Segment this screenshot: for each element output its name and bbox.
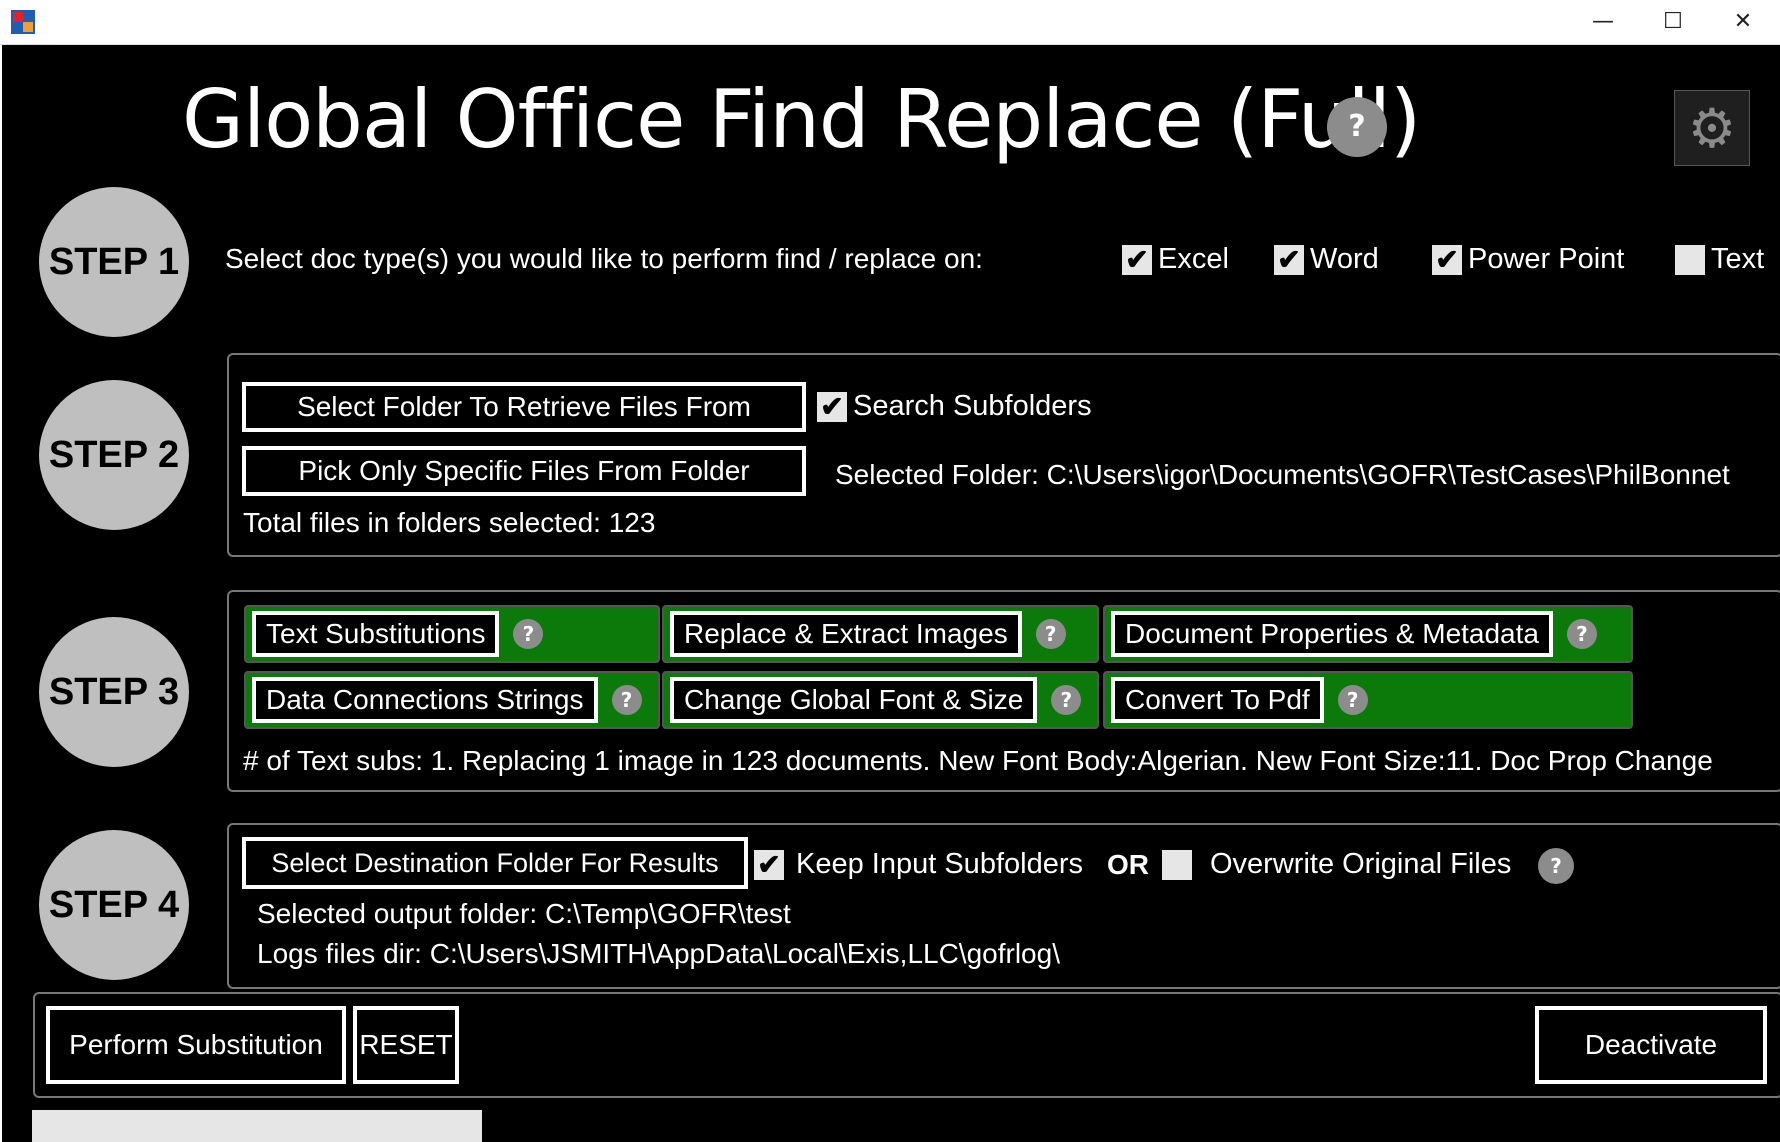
select-folder-button[interactable]: Select Folder To Retrieve Files From [242, 382, 806, 432]
powerpoint-check-box[interactable]: ✔ [1432, 244, 1462, 275]
title-help-icon[interactable]: ? [1327, 97, 1387, 157]
step1-badge: STEP 1 [39, 187, 189, 337]
output-folder-text: Selected output folder: C:\Temp\GOFR\tes… [257, 898, 791, 929]
word-check-box[interactable]: ✔ [1274, 244, 1304, 275]
window-titlebar: — ☐ ✕ [0, 0, 1780, 45]
step3-badge: STEP 3 [39, 617, 189, 767]
main-window: Global Office Find Replace (Full) ? ⚙ ST… [2, 45, 1780, 1142]
progress-bar [32, 1110, 482, 1142]
logs-dir-text: Logs files dir: C:\Users\JSMITH\AppData\… [257, 938, 1060, 969]
excel-checkbox[interactable]: ✔ Excel [1122, 243, 1229, 276]
text-substitutions-button[interactable]: Text Substitutions [252, 611, 500, 657]
global-font-button[interactable]: Change Global Font & Size [670, 677, 1038, 723]
search-subfolders-check-box[interactable]: ✔ [817, 391, 847, 422]
maximize-button[interactable]: ☐ [1638, 0, 1708, 44]
word-checkbox[interactable]: ✔ Word [1274, 243, 1379, 276]
close-button[interactable]: ✕ [1708, 0, 1778, 44]
text-check-box[interactable] [1675, 244, 1705, 275]
convert-pdf-cell: Convert To Pdf ? [1103, 671, 1633, 729]
total-files-text: Total files in folders selected: 123 [243, 507, 656, 538]
substitution-summary-text: # of Text subs: 1. Replacing 1 image in … [243, 745, 1713, 776]
doc-props-help-icon[interactable]: ? [1566, 619, 1597, 649]
reset-button[interactable]: RESET [353, 1006, 459, 1084]
select-destination-button[interactable]: Select Destination Folder For Results [242, 837, 748, 889]
data-conn-help-icon[interactable]: ? [611, 685, 642, 715]
doc-properties-cell: Document Properties & Metadata ? [1103, 605, 1633, 663]
overwrite-checkbox[interactable]: Overwrite Original Files [1162, 848, 1511, 881]
replace-images-button[interactable]: Replace & Extract Images [670, 611, 1022, 657]
app-icon [11, 10, 35, 34]
or-label: OR [1107, 849, 1149, 880]
data-connections-button[interactable]: Data Connections Strings [252, 677, 598, 723]
search-subfolders-checkbox[interactable]: ✔ Search Subfolders [817, 390, 1092, 423]
text-checkbox[interactable]: Text [1675, 243, 1764, 276]
global-font-cell: Change Global Font & Size ? [662, 671, 1099, 729]
selected-folder-text: Selected Folder: C:\Users\igor\Documents… [835, 459, 1730, 490]
pick-files-button[interactable]: Pick Only Specific Files From Folder [242, 446, 806, 496]
global-font-help-icon[interactable]: ? [1051, 685, 1082, 715]
excel-check-box[interactable]: ✔ [1122, 244, 1152, 275]
text-substitutions-cell: Text Substitutions ? [244, 605, 660, 663]
gear-icon: ⚙ [1687, 96, 1737, 160]
settings-gear-button[interactable]: ⚙ [1674, 90, 1750, 166]
deactivate-button[interactable]: Deactivate [1535, 1006, 1767, 1084]
perform-substitution-button[interactable]: Perform Substitution [46, 1006, 346, 1084]
replace-images-cell: Replace & Extract Images ? [662, 605, 1099, 663]
doc-properties-button[interactable]: Document Properties & Metadata [1111, 611, 1553, 657]
minimize-button[interactable]: — [1568, 0, 1638, 44]
keep-subfolders-checkbox[interactable]: ✔ Keep Input Subfolders [754, 848, 1083, 881]
destination-help-icon[interactable]: ? [1538, 848, 1574, 884]
convert-pdf-help-icon[interactable]: ? [1337, 685, 1368, 715]
convert-pdf-button[interactable]: Convert To Pdf [1111, 677, 1324, 723]
data-connections-cell: Data Connections Strings ? [244, 671, 660, 729]
step2-badge: STEP 2 [39, 380, 189, 530]
step4-badge: STEP 4 [39, 830, 189, 980]
page-title: Global Office Find Replace (Full) [182, 73, 1421, 166]
replace-images-help-icon[interactable]: ? [1035, 619, 1066, 649]
text-subs-help-icon[interactable]: ? [513, 619, 544, 649]
keep-subfolders-check-box[interactable]: ✔ [754, 849, 784, 880]
powerpoint-checkbox[interactable]: ✔ Power Point [1432, 243, 1624, 276]
overwrite-check-box[interactable] [1162, 849, 1192, 880]
step1-prompt: Select doc type(s) you would like to per… [225, 243, 983, 274]
